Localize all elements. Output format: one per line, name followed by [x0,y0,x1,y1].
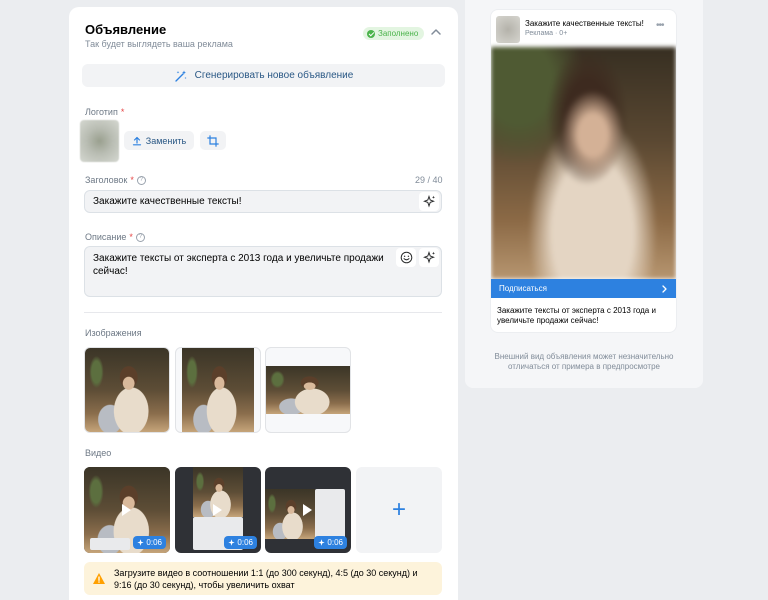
status-badge: Заполнено [363,27,425,40]
upload-icon [132,136,141,145]
chevron-right-icon [662,284,667,293]
ad-preview-post: Закажите качественные тексты! Реклама · … [491,10,676,332]
add-video-button[interactable]: + [356,467,442,553]
video-duration-badge: 0:06 [314,536,347,549]
description-label-text: Описание [85,232,127,242]
crop-icon [207,134,219,147]
images-label-text: Изображения [85,328,142,338]
description-label: Описание * ? [85,232,145,242]
generate-ad-button[interactable]: Сгенерировать новое объявление [82,64,445,87]
video-duration: 0:06 [237,538,253,547]
logo-thumbnail[interactable] [80,120,119,162]
sparkles-icon [422,251,435,264]
video-ratio-warning: Загрузите видео в соотношении 1:1 (до 30… [84,562,442,595]
play-icon [303,504,312,516]
preview-description: Закажите тексты от эксперта с 2013 года … [497,306,656,325]
sparkle-icon [228,539,236,546]
video-duration-badge: 0:06 [224,536,257,549]
video-overlay-card [90,538,130,550]
crop-logo-button[interactable] [200,131,226,150]
video-overlay-card [315,489,345,539]
description-textarea[interactable]: Закажите тексты от эксперта с 2013 года … [84,246,442,297]
check-circle-icon [367,29,375,38]
headline-input-value: Закажите качественные тексты! [93,196,242,207]
preview-title: Закажите качественные тексты! [525,19,644,28]
headline-counter: 29 / 40 [415,175,443,185]
image-tile-square[interactable] [84,347,170,433]
emoji-button[interactable] [396,248,416,267]
ai-rewrite-headline-button[interactable] [419,192,439,211]
sparkles-icon [422,195,435,208]
card-subtitle: Так будет выглядеть ваша реклама [85,39,233,49]
video-tile[interactable]: 0:06 [84,467,170,553]
headline-label-text: Заголовок [85,175,128,185]
sparkle-icon [137,539,145,546]
ai-rewrite-description-button[interactable] [419,248,439,267]
video-tile[interactable]: 0:06 [265,467,351,553]
chevron-up-icon[interactable] [429,25,443,39]
magic-wand-icon [174,70,187,82]
generate-ad-label: Сгенерировать новое объявление [194,70,354,81]
subscribe-label: Подписаться [499,284,547,293]
preview-disclaimer: Внешний вид объявления может незначитель… [494,352,674,371]
video-duration-badge: 0:06 [133,536,166,549]
card-title: Объявление [85,22,167,37]
headline-input[interactable]: Закажите качественные тексты! [84,190,442,213]
required-mark: * [120,107,125,117]
logo-label: Логотип * [85,107,124,117]
video-duration: 0:06 [146,538,162,547]
replace-logo-button[interactable]: Заменить [124,131,194,150]
required-mark: * [129,232,133,242]
preview-meta: Реклама · 0+ [525,30,568,37]
sparkle-icon [318,539,326,546]
video-label-text: Видео [85,448,112,458]
warning-triangle-icon [93,573,105,584]
image-preview [85,348,169,432]
video-duration: 0:06 [327,538,343,547]
description-textarea-value: Закажите тексты от эксперта с 2013 года … [93,253,384,277]
section-divider [84,312,442,313]
subscribe-button[interactable]: Подписаться [491,279,676,298]
images-label: Изображения [85,328,142,338]
preview-image [491,47,676,279]
logo-label-text: Логотип [85,107,118,117]
video-tile[interactable]: 0:06 [175,467,261,553]
more-options-icon[interactable]: ••• [656,20,664,31]
status-badge-label: Заполнено [378,29,419,38]
required-mark: * [130,175,134,185]
play-icon [122,504,131,516]
help-icon[interactable]: ? [135,232,145,242]
replace-logo-label: Заменить [145,135,187,146]
headline-label: Заголовок * ? [85,175,146,185]
smile-icon [400,251,412,264]
warning-text: Загрузите видео в соотношении 1:1 (до 30… [114,567,418,590]
avatar [496,16,520,43]
video-label: Видео [85,448,111,458]
plus-icon: + [391,496,406,523]
ad-editor-card: Объявление Так будет выглядеть ваша рекл… [69,7,458,600]
image-tile-landscape[interactable] [265,347,351,433]
image-preview [266,366,350,414]
image-preview [182,348,254,432]
image-tile-portrait[interactable] [175,347,261,433]
ad-preview-panel: Закажите качественные тексты! Реклама · … [465,0,703,388]
play-icon [213,504,222,516]
help-icon[interactable]: ? [136,175,146,185]
